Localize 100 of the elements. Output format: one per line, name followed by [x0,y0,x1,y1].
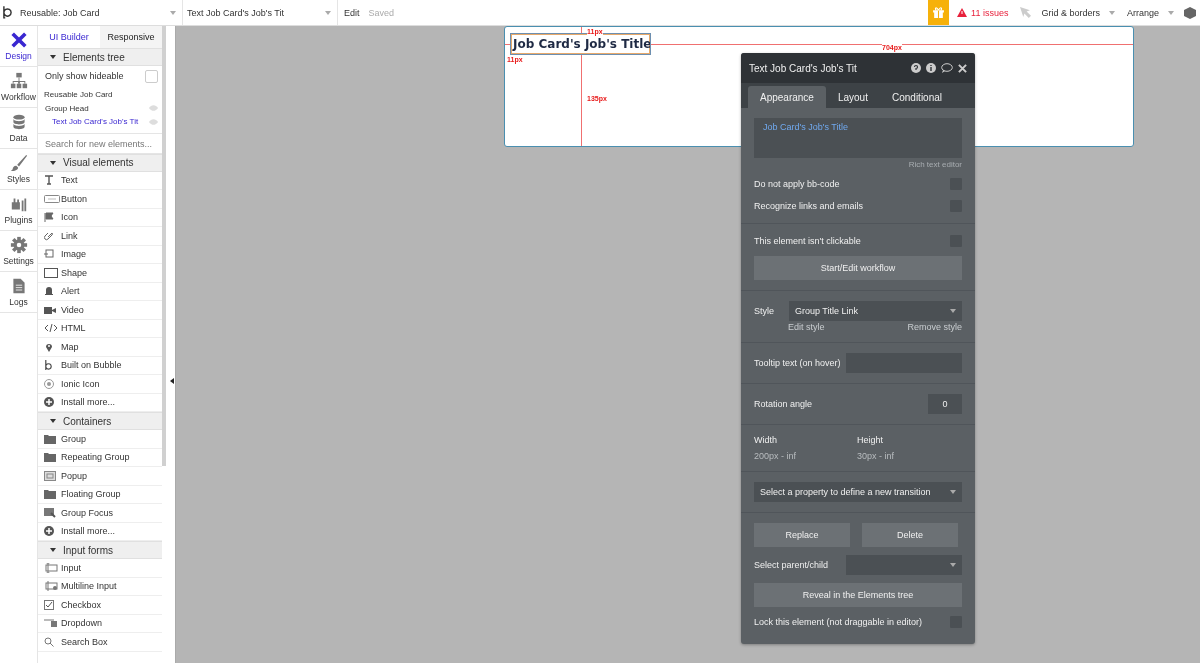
editor-title: Text Job Card's Job's Tit [749,62,858,74]
dropdown-icon [44,618,58,629]
option-label: Do not apply bb-code [754,179,840,189]
element-item[interactable]: Input [38,559,162,578]
element-item[interactable]: Icon [38,208,162,227]
brush-icon [9,154,28,172]
plus-icon [44,397,54,408]
logo-icon [3,6,12,19]
rail-tab[interactable]: Data [0,108,37,149]
editor-tab[interactable]: Layout [825,86,880,108]
tree-item[interactable]: Text Job Card's Job's Tit [52,117,139,127]
popup-icon [44,470,56,481]
rail-tab[interactable]: Logs [0,272,37,313]
code-icon [44,323,58,334]
tree-item[interactable]: Reusable Job Card [44,90,113,100]
style-dropdown[interactable]: Group Title Link [789,301,962,321]
editor-tab[interactable]: Conditional [879,86,954,108]
section-header[interactable]: Elements tree [38,48,162,66]
grid-borders-menu[interactable]: Grid & borders [1035,0,1121,25]
workflow-icon [9,72,28,90]
edit-style-link[interactable]: Edit style [788,322,825,332]
logo-icon [44,359,53,371]
rail-tab[interactable]: Design [0,26,37,67]
edit-menu[interactable]: Edit [338,0,366,25]
element-item[interactable]: Multiline Input [38,577,162,596]
option-label: Recognize links and emails [754,201,864,211]
option-label: Lock this element (not draggable in editor) [754,617,923,627]
square-icon [44,267,58,278]
parent-child-dropdown[interactable] [846,555,962,575]
input-icon [44,562,58,573]
height-value: 30px - inf [857,451,896,461]
element-item[interactable]: Video [38,301,162,320]
flag-icon [44,212,54,223]
rich-text-field[interactable]: Job Card's Job's Title [754,118,962,158]
save-status: Saved [368,7,395,18]
element-item[interactable]: Button [38,190,162,209]
element-item[interactable]: Search Box [38,633,162,652]
checkbox[interactable] [145,69,158,83]
style-label: Style [754,306,774,316]
rotation-field[interactable]: 0 [928,394,962,414]
workflow-button[interactable]: Start/Edit workflow [754,256,962,280]
folder-icon [44,489,56,500]
warning-icon [957,8,968,17]
arrange-menu[interactable]: Arrange [1120,0,1180,25]
element-item[interactable]: Floating Group [38,485,162,504]
rail-tab[interactable]: Settings [0,231,37,272]
height-label: Height [857,435,884,445]
rotation-label: Rotation angle [754,399,813,409]
remove-style-link[interactable]: Remove style [907,322,962,332]
scrollbar[interactable] [162,26,166,466]
image-icon [44,249,54,260]
cursor-icon[interactable] [1020,7,1032,18]
pin-icon [44,341,54,352]
section-header[interactable]: Containers [38,412,162,430]
tooltip-label: Tooltip text (on hover) [754,358,841,368]
action-button[interactable]: Replace [754,523,850,547]
width-label: Width [754,435,778,445]
reveal-button[interactable]: Reveal in the Elements tree [754,583,962,607]
search-icon [44,636,54,647]
video-icon [44,304,56,315]
element-item[interactable]: Repeating Group [38,448,162,467]
checkbox-icon [44,599,54,610]
folder-icon [44,433,56,444]
element-dropdown[interactable]: Text Job Card's Job's Tit [183,0,338,25]
link-icon [44,230,54,241]
element-item[interactable]: Dropdown [38,614,162,633]
issues-button[interactable]: 11 issues [949,0,1017,25]
rail-tab[interactable]: Workflow [0,67,37,108]
document-icon [10,277,27,295]
radio-icon [44,378,54,389]
focus-icon [44,507,56,518]
info-icon[interactable] [926,63,936,73]
action-button[interactable]: Delete [862,523,958,547]
element-item[interactable]: Image [38,245,162,264]
rail-tab[interactable]: Styles [0,149,37,190]
comment-icon[interactable] [941,63,953,73]
cube-icon[interactable] [1184,6,1196,19]
close-icon[interactable] [958,63,967,73]
text-icon [44,175,54,186]
section-header[interactable]: Input forms [38,541,162,559]
design-icon [9,31,28,49]
multiline-icon [44,581,58,592]
element-item[interactable]: Popup [38,467,162,486]
bell-icon [44,286,54,297]
element-item[interactable]: Group Focus [38,504,162,523]
database-icon [10,113,27,131]
editor-tab[interactable]: Appearance [748,86,826,108]
plus-icon [44,526,54,537]
rail-tab[interactable]: Plugins [0,190,37,231]
help-icon[interactable] [911,63,921,73]
parent-child-label: Select parent/child [754,560,829,570]
option-label: This element isn't clickable [754,236,861,246]
gift-icon[interactable] [928,0,950,25]
element-item[interactable]: Group [38,430,162,449]
transition-dropdown[interactable]: Select a property to define a new transition [754,482,962,502]
tree-item[interactable]: Group Head [45,103,89,113]
button-icon [44,194,60,203]
page-dropdown[interactable]: Reusable: Job Card [16,0,183,25]
panel-tab[interactable]: Responsive [100,26,162,48]
element-item[interactable]: Checkbox [38,596,162,615]
